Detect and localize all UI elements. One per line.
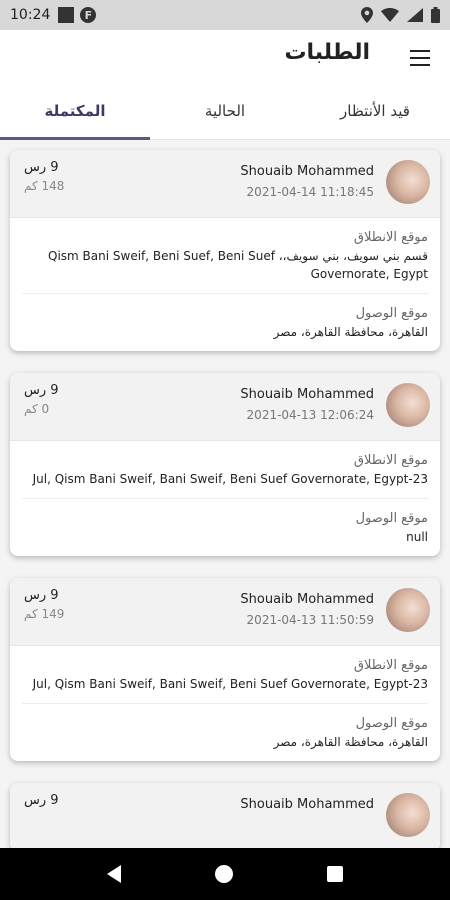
order-datetime: 2021-04-14 11:18:45 bbox=[246, 185, 374, 199]
order-card-body: موقع الانطلاق قسم بني سويف، بني سويف،، Q… bbox=[10, 218, 440, 351]
wifi-icon bbox=[381, 8, 399, 22]
pickup-section: موقع الانطلاق 23-Jul, Qism Bani Sweif, B… bbox=[22, 654, 428, 693]
order-card-header: Shouaib Mohammed 2021-04-14 11:18:45 9 ر… bbox=[10, 150, 440, 218]
pickup-label: موقع الانطلاق bbox=[353, 230, 428, 245]
dropoff-section: موقع الوصول null bbox=[22, 507, 428, 546]
status-icons bbox=[361, 7, 440, 23]
app-bar: الطلبات bbox=[0, 30, 450, 90]
customer-name: Shouaib Mohammed bbox=[240, 164, 374, 179]
divider bbox=[22, 498, 428, 499]
divider bbox=[22, 703, 428, 704]
pickup-section: موقع الانطلاق 23-Jul, Qism Bani Sweif, B… bbox=[22, 449, 428, 488]
order-card[interactable]: Shouaib Mohammed 2021-04-13 11:50:59 9 ر… bbox=[10, 578, 440, 761]
dropoff-label: موقع الوصول bbox=[355, 716, 428, 731]
tab-pending[interactable]: قيد الأنتظار bbox=[300, 90, 450, 139]
order-datetime: 2021-04-13 12:06:24 bbox=[246, 408, 374, 422]
dropoff-value: القاهرة، محافظة القاهرة، مصر bbox=[273, 325, 428, 339]
pickup-value: 23-Jul, Qism Bani Sweif, Bani Sweif, Ben… bbox=[32, 677, 428, 691]
tab-completed[interactable]: المكتملة bbox=[0, 90, 150, 140]
hamburger-menu-icon[interactable] bbox=[410, 50, 430, 66]
order-card[interactable]: Shouaib Mohammed 9 رس bbox=[10, 783, 440, 848]
order-card[interactable]: Shouaib Mohammed 2021-04-14 11:18:45 9 ر… bbox=[10, 150, 440, 351]
signal-icon bbox=[407, 8, 423, 22]
dropoff-label: موقع الوصول bbox=[355, 306, 428, 321]
battery-icon bbox=[431, 7, 440, 23]
order-price: 9 رس bbox=[24, 383, 59, 398]
order-card-body: موقع الانطلاق 23-Jul, Qism Bani Sweif, B… bbox=[10, 646, 440, 761]
pickup-value: 23-Jul, Qism Bani Sweif, Bani Sweif, Ben… bbox=[32, 472, 428, 486]
dropoff-section: موقع الوصول القاهرة، محافظة القاهرة، مصر bbox=[22, 302, 428, 341]
dropoff-label: موقع الوصول bbox=[355, 511, 428, 526]
app-badge-icon: F bbox=[80, 7, 97, 23]
order-datetime: 2021-04-13 11:50:59 bbox=[246, 613, 374, 627]
home-icon[interactable] bbox=[215, 865, 233, 883]
order-tabs: قيد الأنتظار الحالية المكتملة bbox=[0, 90, 450, 140]
order-distance: 148 كم bbox=[24, 179, 65, 193]
dropoff-value: القاهرة، محافظة القاهرة، مصر bbox=[273, 735, 428, 749]
recent-apps-icon[interactable] bbox=[327, 866, 343, 882]
tab-current[interactable]: الحالية bbox=[150, 90, 300, 139]
avatar bbox=[386, 383, 430, 427]
order-card-header: Shouaib Mohammed 9 رس bbox=[10, 783, 440, 848]
order-distance: 149 كم bbox=[24, 607, 65, 621]
avatar bbox=[386, 793, 430, 837]
customer-name: Shouaib Mohammed bbox=[240, 797, 374, 812]
pickup-value: قسم بني سويف، بني سويف،، Qism Bani Sweif… bbox=[48, 249, 428, 281]
divider bbox=[22, 293, 428, 294]
back-icon[interactable] bbox=[107, 865, 121, 883]
avatar bbox=[386, 160, 430, 204]
page-title: الطلبات bbox=[284, 40, 370, 65]
order-card[interactable]: Shouaib Mohammed 2021-04-13 12:06:24 9 ر… bbox=[10, 373, 440, 556]
customer-name: Shouaib Mohammed bbox=[240, 387, 374, 402]
dropoff-value: null bbox=[406, 530, 428, 544]
avatar bbox=[386, 588, 430, 632]
system-nav-bar bbox=[0, 848, 450, 900]
pickup-section: موقع الانطلاق قسم بني سويف، بني سويف،، Q… bbox=[22, 226, 428, 283]
customer-name: Shouaib Mohammed bbox=[240, 592, 374, 607]
status-time: 10:24 bbox=[10, 7, 51, 23]
orders-list[interactable]: Shouaib Mohammed 2021-04-14 11:18:45 9 ر… bbox=[0, 140, 450, 848]
order-price: 9 رس bbox=[24, 793, 59, 808]
pickup-label: موقع الانطلاق bbox=[353, 658, 428, 673]
status-bar: 10:24 F bbox=[0, 0, 450, 30]
dropoff-section: موقع الوصول القاهرة، محافظة القاهرة، مصر bbox=[22, 712, 428, 751]
notification-square-icon bbox=[58, 7, 75, 23]
location-icon bbox=[361, 7, 373, 23]
order-price: 9 رس bbox=[24, 588, 59, 603]
order-card-header: Shouaib Mohammed 2021-04-13 11:50:59 9 ر… bbox=[10, 578, 440, 646]
order-card-header: Shouaib Mohammed 2021-04-13 12:06:24 9 ر… bbox=[10, 373, 440, 441]
order-distance: 0 كم bbox=[24, 402, 50, 416]
order-card-body: موقع الانطلاق 23-Jul, Qism Bani Sweif, B… bbox=[10, 441, 440, 556]
pickup-label: موقع الانطلاق bbox=[353, 453, 428, 468]
order-price: 9 رس bbox=[24, 160, 59, 175]
